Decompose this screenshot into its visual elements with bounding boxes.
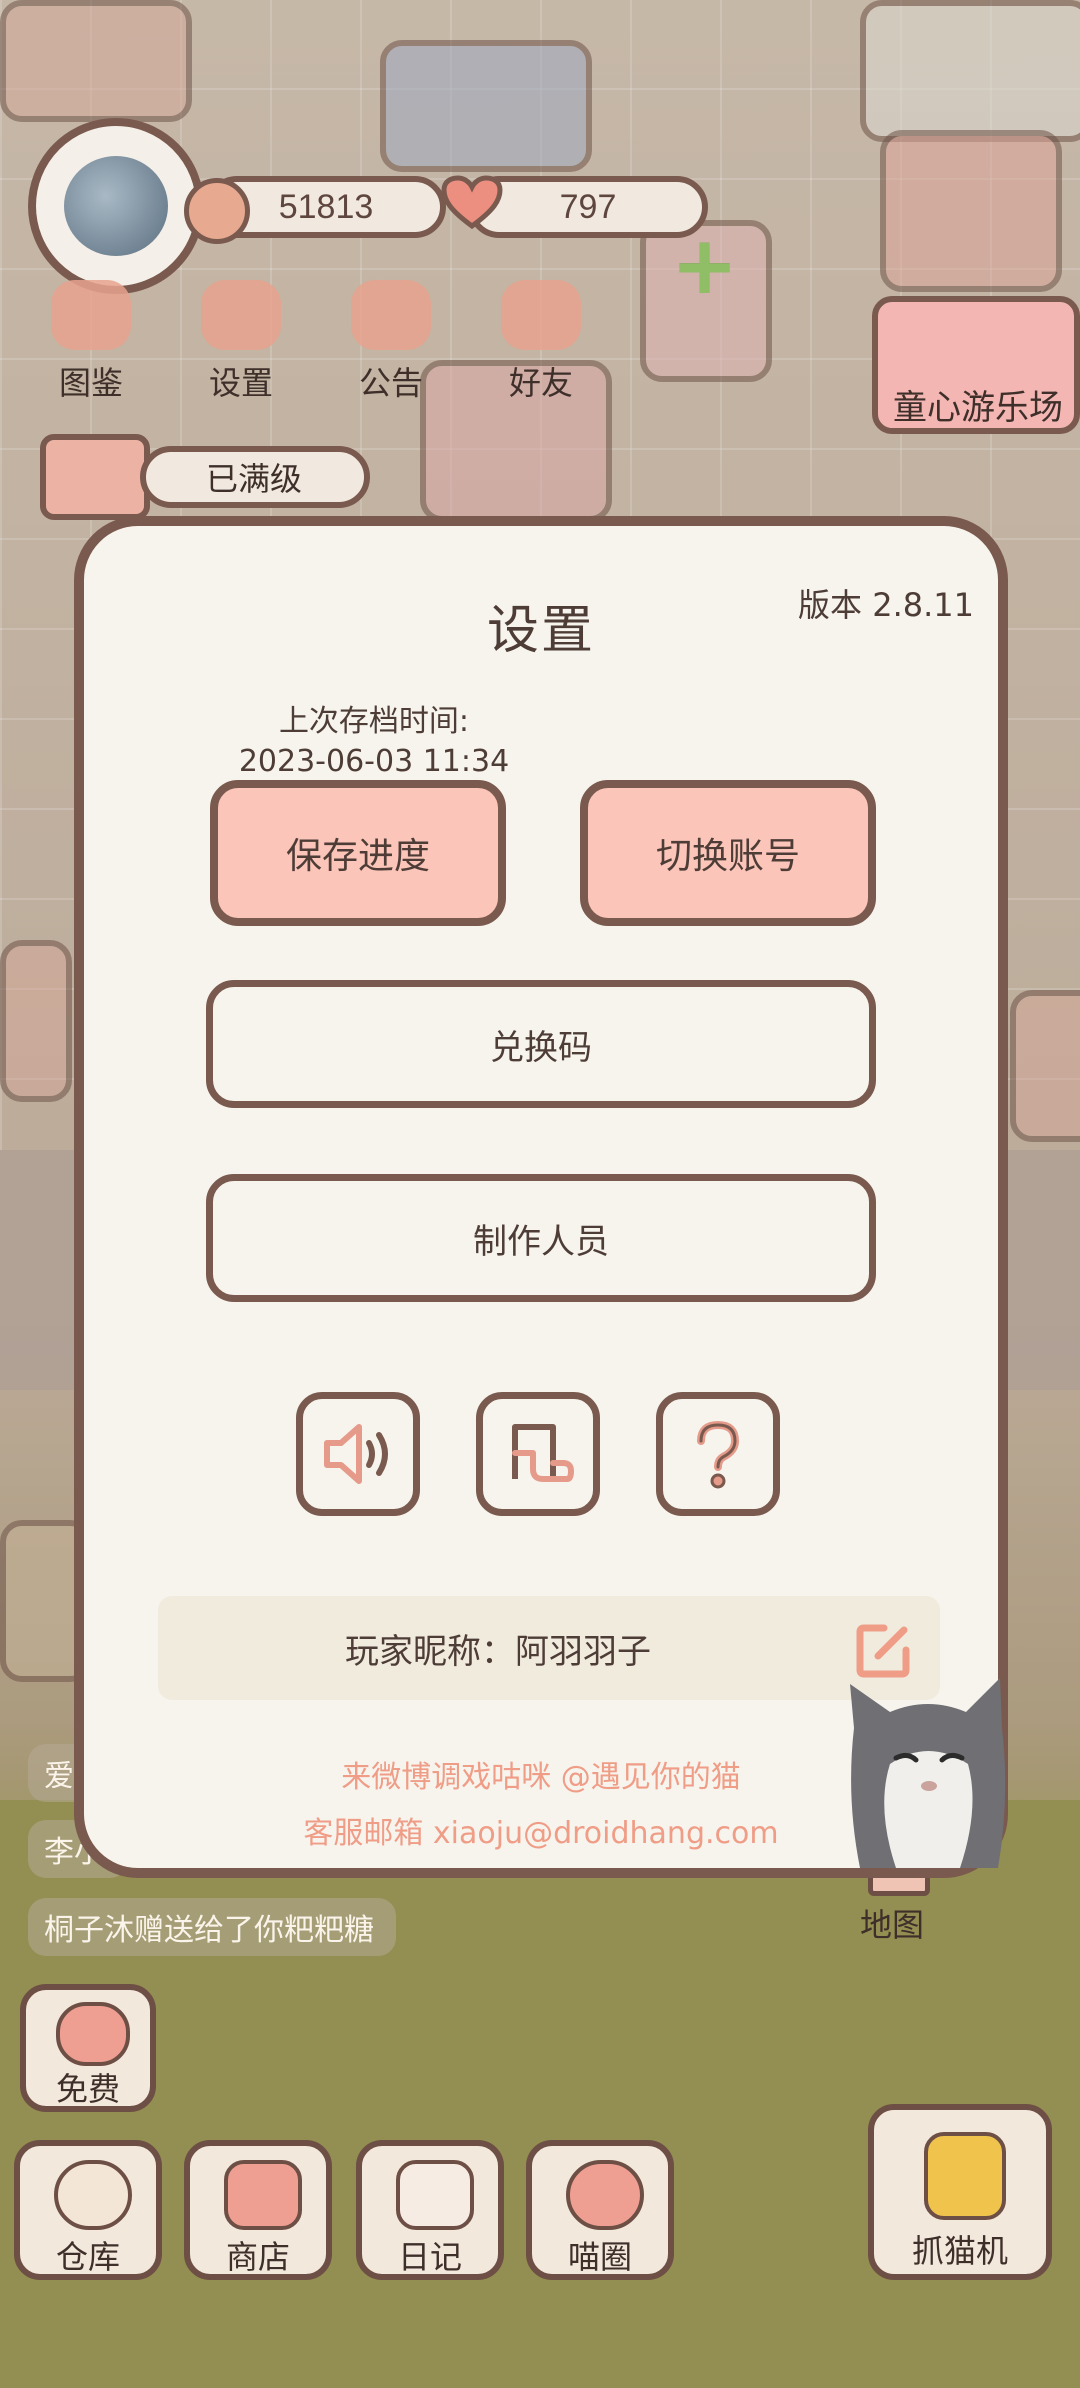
chat-text: 爱 [44, 1759, 74, 1794]
heart-value: 797 [559, 187, 617, 226]
heart-icon [56, 2002, 130, 2066]
music-toggle-button[interactable] [476, 1392, 600, 1516]
top-button-label: 设置 [208, 364, 273, 402]
claw-machine-button[interactable]: 抓猫机 [868, 2104, 1052, 2280]
player-avatar[interactable] [28, 118, 204, 294]
top-button-announcements[interactable]: 公告 [326, 280, 456, 402]
version-label: 版本 2.8.11 [798, 586, 974, 624]
location-sign-label: 童心游乐场 [893, 388, 1063, 428]
music-note-icon [512, 1424, 574, 1482]
heart-icon [441, 175, 503, 230]
dock-button-shop[interactable]: 商店 [184, 2140, 332, 2280]
dock-label: 喵圈 [567, 2238, 632, 2276]
coin-counter: 51813 [184, 176, 446, 244]
claw-label: 抓猫机 [911, 2232, 1008, 2270]
friends-icon [501, 280, 581, 350]
top-button-label: 好友 [508, 364, 573, 402]
credits-button[interactable]: 制作人员 [206, 1174, 876, 1302]
dock-button-cat-circle[interactable]: 喵圈 [526, 2140, 674, 2280]
avatar-image [64, 156, 168, 256]
dock-button-storage[interactable]: 仓库 [14, 2140, 162, 2280]
level-status: 已满级 [140, 446, 370, 508]
level-indicator[interactable]: 已满级 [40, 434, 370, 520]
save-progress-button[interactable]: 保存进度 [210, 780, 506, 926]
help-button[interactable] [656, 1392, 780, 1516]
last-save-time: 2023-06-03 11:34 [238, 744, 510, 779]
map-label: 地图 [859, 1906, 924, 1944]
redeem-code-button[interactable]: 兑换码 [206, 980, 876, 1108]
dock-label: 日记 [397, 2238, 462, 2276]
top-button-collection[interactable]: 图鉴 [26, 280, 156, 402]
heart-counter: 797 + [441, 175, 738, 306]
cat-mascot [850, 1678, 1006, 1868]
storage-icon [54, 2160, 132, 2230]
gear-icon [201, 280, 281, 350]
last-save-label: 上次存档时间: [278, 704, 470, 739]
chat-text: 桐子沐赠送给了你粑粑糖 [44, 1913, 374, 1948]
nickname-field[interactable]: 玩家昵称：阿羽羽子 [158, 1596, 940, 1700]
gift-icon [351, 280, 431, 350]
diary-icon [396, 2160, 474, 2230]
top-button-label: 公告 [358, 364, 423, 402]
free-label: 免费 [55, 2070, 120, 2108]
nickname-label: 玩家昵称：阿羽羽子 [345, 1631, 651, 1672]
dock-label: 仓库 [55, 2238, 120, 2276]
last-save-info: 上次存档时间: 2023-06-03 11:34 [224, 702, 524, 782]
top-button-friends[interactable]: 好友 [476, 280, 606, 402]
calendar-icon [40, 434, 150, 520]
cat-face-icon [51, 280, 131, 350]
add-hearts-icon[interactable]: + [671, 226, 738, 306]
free-button[interactable]: 免费 [20, 1984, 156, 2112]
coin-value: 51813 [278, 187, 374, 226]
location-sign[interactable]: 童心游乐场 [872, 296, 1080, 434]
speaker-icon [324, 1424, 388, 1484]
sound-toggle-button[interactable] [296, 1392, 420, 1516]
dock-button-diary[interactable]: 日记 [356, 2140, 504, 2280]
top-button-label: 图鉴 [58, 364, 123, 402]
fish-coin-icon [184, 178, 250, 244]
switch-account-button[interactable]: 切换账号 [580, 780, 876, 926]
dock-label: 商店 [225, 2238, 290, 2276]
claw-icon [924, 2132, 1006, 2220]
cat-planet-icon [566, 2160, 644, 2230]
shop-icon [224, 2160, 302, 2230]
question-mark-icon [697, 1420, 740, 1489]
top-button-settings[interactable]: 设置 [176, 280, 306, 402]
chat-message: 桐子沐赠送给了你粑粑糖 [28, 1898, 396, 1956]
